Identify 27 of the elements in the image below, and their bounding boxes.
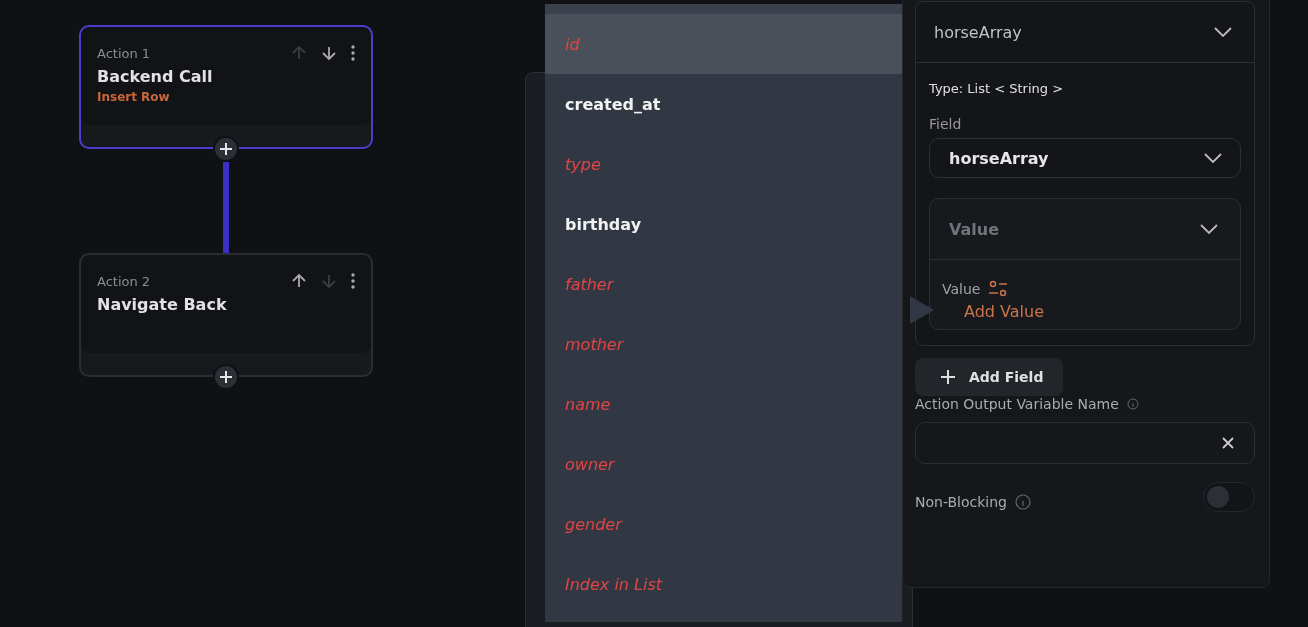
menu-item[interactable]: birthday <box>545 194 902 254</box>
menu-item[interactable]: name <box>545 374 902 434</box>
add-field-button[interactable]: Add Field <box>915 358 1064 396</box>
action-label: Action 2 <box>97 273 151 289</box>
type-label: Type: List < String > <box>929 81 1065 96</box>
field-select[interactable]: horseArray <box>929 138 1241 178</box>
field-label: Field <box>929 116 963 132</box>
menu-item[interactable]: owner <box>545 434 902 494</box>
output-label: Action Output Variable Name <box>915 396 1119 412</box>
action-label: Action 1 <box>97 45 151 61</box>
menu-item[interactable]: created_at <box>545 74 902 134</box>
header-dropdown[interactable]: horseArray <box>916 2 1254 63</box>
action-subtitle: Insert Row <box>97 90 171 104</box>
menu-item[interactable]: gender <box>545 494 902 554</box>
menu-item[interactable]: mother <box>545 314 902 374</box>
menu-item[interactable]: father <box>545 254 902 314</box>
value-label: Value <box>942 281 981 297</box>
menu-item[interactable]: Index in List <box>545 554 902 614</box>
action-card[interactable]: Action 1 Backend Call Insert Row <box>79 25 373 149</box>
menu-item[interactable]: id <box>545 14 902 74</box>
action-card[interactable]: Action 2 Navigate Back <box>79 253 373 377</box>
add-value-link[interactable]: Add Value <box>964 302 1228 321</box>
non-blocking-label: Non-Blocking <box>915 494 1007 510</box>
menu-item[interactable]: type <box>545 134 902 194</box>
value-dropdown[interactable]: Value <box>930 199 1240 260</box>
action-title: Backend Call <box>97 67 214 86</box>
action-title: Navigate Back <box>97 295 228 314</box>
